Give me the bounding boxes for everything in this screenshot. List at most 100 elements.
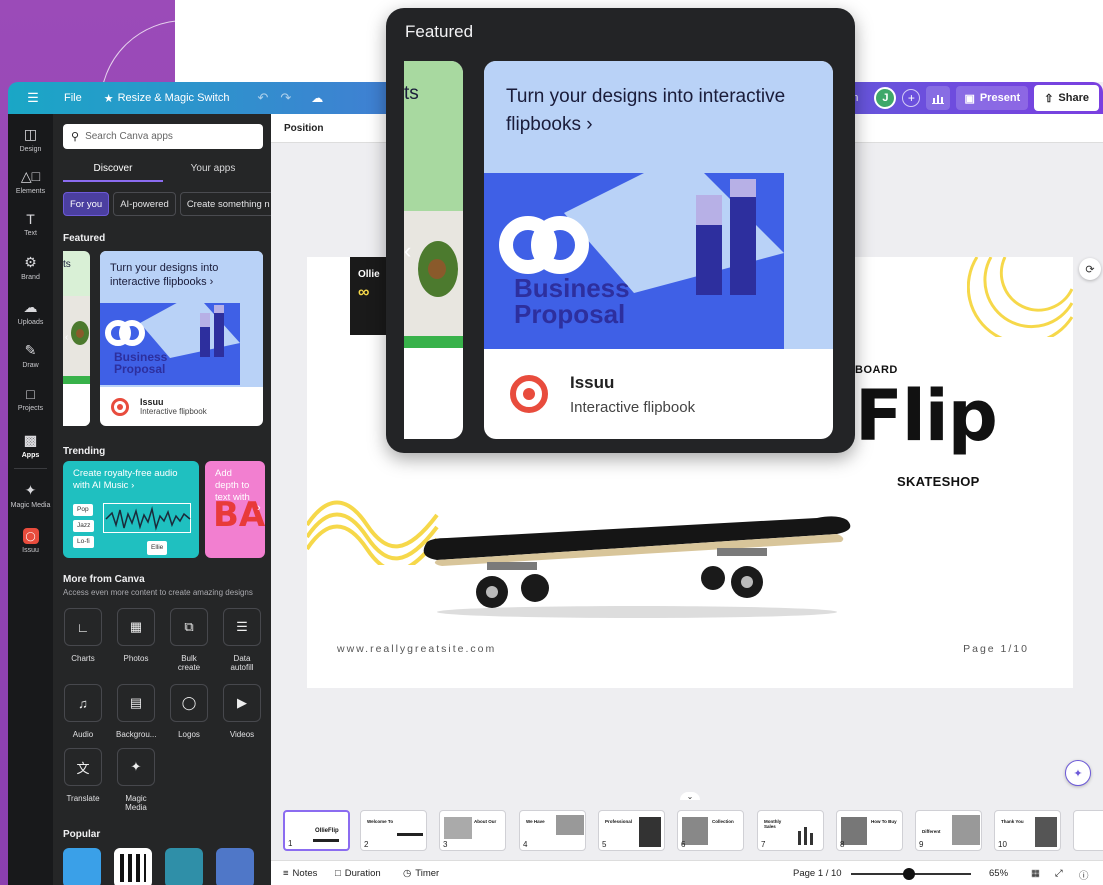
fullscreen-icon[interactable]: ⤢ — [1055, 868, 1063, 879]
file-menu[interactable]: File — [64, 92, 82, 104]
popular-app-1[interactable] — [63, 848, 101, 885]
magic-media-icon: ✦ — [117, 748, 155, 786]
avatar[interactable]: J — [874, 87, 897, 109]
skateboard-image — [423, 516, 851, 618]
insights-icon[interactable] — [926, 86, 951, 110]
carousel-left-chevron-icon[interactable]: ‹ — [65, 332, 68, 343]
grid-view-icon[interactable]: ▦ — [1031, 868, 1040, 879]
present-button[interactable]: ▣ Present — [956, 86, 1029, 110]
design-icon: ◫ — [23, 126, 38, 142]
tile-audio[interactable]: ♫ Audio — [63, 684, 103, 739]
popular-app-3[interactable] — [165, 848, 203, 885]
draw-icon: ✎ — [24, 342, 37, 358]
magic-media-icon: ✦ — [24, 482, 37, 498]
popular-app-4[interactable] — [216, 848, 254, 885]
thumbnail-page-2[interactable]: Welcome To 2 — [360, 810, 427, 851]
add-page-button[interactable] — [1073, 810, 1103, 851]
rail-item-text[interactable]: T Text — [8, 211, 53, 237]
crown-icon: ★ — [103, 92, 114, 105]
resize-magic-switch-button[interactable]: ★ Resize & Magic Switch — [104, 92, 230, 105]
thumbnail-page-6[interactable]: Collection 6 — [677, 810, 744, 851]
trending-next-chevron-icon[interactable]: › — [257, 502, 261, 514]
tile-videos[interactable]: ▶ Videos — [222, 684, 262, 739]
tile-label: Bulk create — [177, 654, 201, 672]
popular-app-qr-code[interactable] — [114, 848, 152, 885]
trending-ai-music-card[interactable]: Create royalty-free audio with AI Music … — [63, 461, 199, 558]
rail-item-projects[interactable]: □ Projects — [8, 386, 53, 412]
logos-icon: ◯ — [170, 684, 208, 722]
tile-label: Videos — [229, 730, 255, 739]
zoom-carousel-left-chevron-icon[interactable]: ‹ — [404, 238, 411, 264]
zoom-percentage[interactable]: 65% — [989, 868, 1008, 879]
tile-magic-media[interactable]: ✦ Magic Media — [116, 748, 156, 812]
trending-text-depth-card[interactable]: Add depth to text with BA — [205, 461, 265, 558]
topbar-right-group: tation J + ▣ Present ⇧ Share — [832, 85, 1099, 111]
cursor-label: Ellie — [147, 541, 168, 555]
comment-refresh-icon[interactable]: ⟳ — [1079, 258, 1101, 280]
add-collaborator-icon[interactable]: + — [902, 89, 921, 107]
chip-ai-powered[interactable]: AI-powered — [113, 192, 176, 216]
thumbnail-page-7[interactable]: Monthly Sales 7 — [757, 810, 824, 851]
notes-button[interactable]: ≡ Notes — [283, 868, 317, 879]
rail-item-uploads[interactable]: ☁ Uploads — [8, 299, 53, 326]
thumbnail-page-3[interactable]: About Our 3 — [439, 810, 506, 851]
photos-icon: ▦ — [117, 608, 155, 646]
tile-translate[interactable]: 文 Translate — [63, 748, 103, 803]
tile-logos[interactable]: ◯ Logos — [169, 684, 209, 739]
help-icon[interactable]: ⓘ — [1079, 868, 1089, 882]
videos-icon: ▶ — [223, 684, 261, 722]
tile-data-autofill[interactable]: ☰ Data autofill — [222, 608, 262, 672]
zoom-issuu-card[interactable]: Turn your designs into interactive flipb… — [484, 61, 833, 439]
tab-discover[interactable]: Discover — [63, 158, 163, 182]
hamburger-menu-icon[interactable]: ☰ — [22, 90, 44, 106]
duration-button[interactable]: □ Duration — [335, 868, 381, 879]
chip-for-you[interactable]: For you — [63, 192, 110, 216]
thumbnail-page-1[interactable]: OllieFlip 1 — [283, 810, 350, 851]
zoom-slider-knob[interactable] — [903, 868, 915, 880]
tile-label: Magic Media — [125, 794, 147, 812]
thumbnail-page-10[interactable]: Thank You 10 — [994, 810, 1061, 851]
timer-button[interactable]: ◷ Timer — [403, 868, 439, 879]
zoom-peek-text: ts — [404, 83, 419, 104]
notes-label: Notes — [292, 868, 318, 879]
thumbnail-page-5[interactable]: Professional 5 — [598, 810, 665, 851]
redo-icon[interactable]: ↷ — [280, 90, 291, 106]
tag-lofi: Lo-fi — [73, 536, 94, 548]
share-button[interactable]: ⇧ Share — [1034, 85, 1099, 111]
rail-item-magic-media[interactable]: ✦ Magic Media — [8, 482, 53, 509]
tab-your-apps[interactable]: Your apps — [163, 158, 263, 182]
tile-label: Backgrou... — [116, 730, 157, 739]
rail-label: Elements — [15, 188, 46, 195]
thumbnail-number: 5 — [602, 840, 607, 849]
zoom-avocado-image — [404, 211, 463, 336]
thumbnail-number: 1 — [288, 839, 293, 848]
tile-bulk-create[interactable]: ⧉ Bulk create — [169, 608, 209, 672]
page-indicator[interactable]: Page 1 / 10 — [793, 868, 842, 879]
zoom-previous-card[interactable]: ts — [404, 61, 463, 439]
audio-icon: ♫ — [64, 684, 102, 722]
rail-item-draw[interactable]: ✎ Draw — [8, 342, 53, 369]
magic-assistant-icon[interactable]: ✦ — [1065, 760, 1091, 786]
tile-photos[interactable]: ▦ Photos — [116, 608, 156, 663]
undo-icon[interactable]: ↶ — [257, 90, 268, 106]
duration-icon: □ — [335, 868, 341, 879]
cloud-save-icon[interactable]: ☁ — [311, 91, 323, 105]
chip-create-something[interactable]: Create something n — [179, 192, 271, 216]
zoom-issuu-logo-icon — [510, 375, 548, 413]
search-input[interactable]: ⚲ Search Canva apps — [63, 124, 263, 149]
thumbnail-number: 10 — [998, 840, 1007, 849]
thumbnail-page-8[interactable]: How To Buy 8 — [836, 810, 903, 851]
rail-item-brand[interactable]: ⚙ Brand — [8, 254, 53, 281]
rail-item-apps[interactable]: ▩ Apps — [8, 432, 53, 459]
rail-item-design[interactable]: ◫ Design — [8, 126, 53, 153]
rail-item-issuu[interactable]: ◯ Issuu — [8, 528, 53, 554]
thumbnail-title: About Our — [474, 819, 497, 824]
thumbnail-page-9[interactable]: Different 9 — [915, 810, 982, 851]
thumbnail-page-4[interactable]: We Have 4 — [519, 810, 586, 851]
tile-backgrounds[interactable]: ▤ Backgrou... — [116, 684, 156, 739]
featured-issuu-card[interactable]: Turn your designs into interactive flipb… — [100, 251, 263, 426]
rail-item-elements[interactable]: △□ Elements — [8, 168, 53, 195]
filter-chips: For you AI-powered Create something n — [63, 192, 271, 216]
tile-charts[interactable]: ∟ Charts — [63, 608, 103, 663]
slide-url: www.reallygreatsite.com — [337, 643, 497, 655]
